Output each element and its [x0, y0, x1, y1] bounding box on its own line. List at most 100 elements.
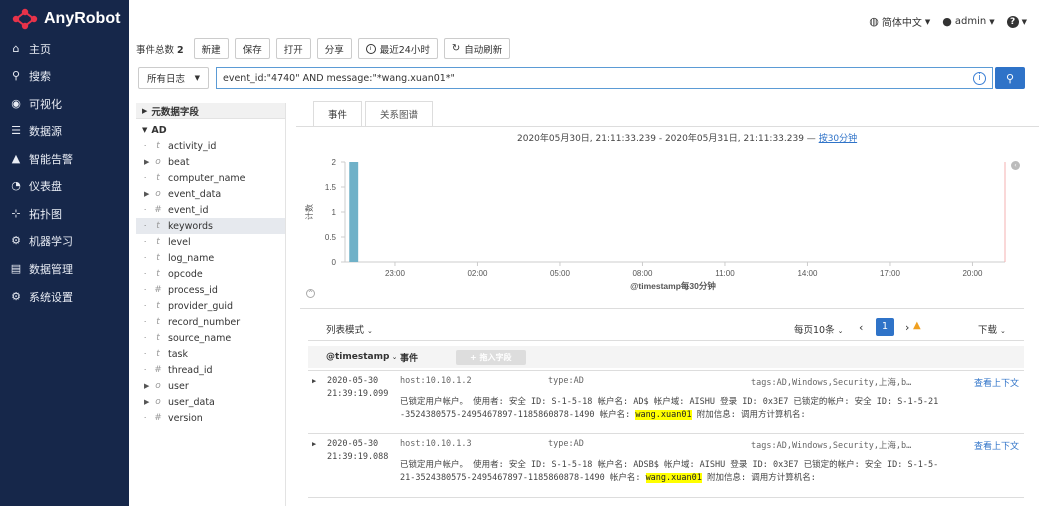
caret-down-icon: ▼ [924, 17, 931, 26]
field-item-event_id[interactable]: · # event_id [136, 202, 285, 218]
nav-item-search[interactable]: ⚲ 搜索 [10, 68, 51, 84]
user-menu[interactable]: ● admin ▼ [942, 15, 994, 28]
event-tags: tags:AD,Windows,Security,上海,b… [751, 378, 912, 388]
page-current[interactable]: 1 [876, 318, 894, 336]
event-type: type:AD [548, 439, 584, 449]
histogram-chart: 0 0.5 1 1.5 2 23:00 02:00 05:00 08:00 11:00 14:00 1… [304, 158, 1006, 291]
field-name: source_name [168, 332, 232, 344]
download-menu[interactable]: 下载 ⌄ [978, 322, 1006, 336]
logo[interactable]: AnyRobot [12, 8, 120, 30]
group-header[interactable]: ▼ AD [136, 122, 285, 138]
new-button[interactable]: 新建 [193, 38, 229, 59]
field-item-keywords[interactable]: · t keywords [136, 218, 285, 234]
nav-label: 数据管理 [29, 263, 73, 276]
field-item-computer_name[interactable]: · t computer_name [136, 170, 285, 186]
nav-item-eye[interactable]: ◉ 可视化 [10, 96, 62, 112]
field-item-thread_id[interactable]: · # thread_id [136, 362, 285, 378]
field-item-level[interactable]: · t level [136, 234, 285, 250]
chevron-down-icon: ▼ [142, 126, 148, 134]
tab-events[interactable]: 事件 [313, 101, 363, 127]
list-divider [308, 340, 1024, 341]
time-range-text: 2020年05月30日, 21:11:33.239 - 2020年05月31日,… [517, 134, 858, 144]
data-manage-icon: ▤ [10, 262, 22, 275]
home-icon: ⌂ [12, 42, 20, 55]
event-row[interactable]: ▶ 2020-05-30 21:39:19.088 host:10.10.1.3 typ… [308, 439, 1024, 491]
search-input[interactable]: event_id:"4740" AND message:"*wang.xuan0… [216, 67, 993, 89]
event-tags: tags:AD,Windows,Security,上海,b… [751, 441, 912, 451]
event-host: host:10.10.1.2 [400, 376, 472, 386]
share-button[interactable]: 分享 [316, 38, 352, 59]
nav-item-database[interactable]: ☰ 数据源 [10, 123, 62, 139]
nav-item-topology[interactable]: ⊹ 拓扑图 [10, 206, 62, 222]
prev-page-icon[interactable]: ‹ [859, 321, 863, 334]
topbar-right: ◍ 简体中文 ▼ ● admin ▼ ? ▼ [869, 14, 1027, 29]
field-item-provider_guid[interactable]: · t provider_guid [136, 298, 285, 314]
field-item-event_data[interactable]: ▶ o event_data [136, 186, 285, 202]
sort-icon: ⌄ [389, 353, 398, 361]
topology-icon: ⊹ [11, 207, 21, 220]
next-page-icon[interactable]: › [905, 321, 909, 334]
field-item-opcode[interactable]: · t opcode [136, 266, 285, 282]
timerange-button[interactable]: ı 最近24小时 [357, 38, 438, 59]
caret-down-icon: ▼ [194, 74, 200, 82]
field-name: user_data [168, 396, 215, 408]
log-select[interactable]: 所有日志 ▼ [138, 67, 209, 89]
section-divider [300, 308, 1024, 309]
dot-icon: · [144, 350, 147, 358]
autorefresh-button[interactable]: ↻ 自动刷新 [443, 38, 511, 59]
events-table-header: @timestamp ⌄ 事件 + 拖入字段 [308, 346, 1024, 368]
search-icon: ⚲ [11, 69, 21, 82]
tab-relation-graph[interactable]: 关系图谱 [365, 101, 434, 127]
open-button[interactable]: 打开 [275, 38, 311, 59]
field-item-source_name[interactable]: · t source_name [136, 330, 285, 346]
field-name: process_id [168, 284, 218, 296]
nav-item-gears[interactable]: ⚙ 机器学习 [10, 233, 73, 249]
nav-item-warning[interactable]: ▲ 智能告警 [10, 151, 73, 167]
field-item-task[interactable]: · t task [136, 346, 285, 362]
field-item-activity_id[interactable]: · t activity_id [136, 138, 285, 154]
field-type: t [156, 301, 160, 311]
chevron-right-icon: ▶ [144, 398, 150, 406]
histogram-bar [349, 162, 359, 262]
col-timestamp[interactable]: @timestamp ⌄ [326, 352, 400, 362]
field-name: activity_id [168, 140, 217, 152]
interval-link[interactable]: 按30分钟 [819, 134, 857, 144]
chevron-right-icon: ▶ [142, 106, 148, 115]
info-icon[interactable]: i [973, 72, 986, 85]
nav-item-settings[interactable]: ⚙ 系统设置 [10, 289, 73, 305]
field-item-record_number[interactable]: · t record_number [136, 314, 285, 330]
list-mode-select[interactable]: 列表模式 ⌄ [326, 322, 373, 336]
search-button[interactable]: ⚲ [995, 67, 1025, 89]
x-tick-label: 20:00 [962, 269, 983, 278]
expand-row-icon[interactable]: ▶ [312, 440, 316, 448]
field-item-process_id[interactable]: · # process_id [136, 282, 285, 298]
field-item-version[interactable]: · # version [136, 410, 285, 426]
meta-fields-header[interactable]: ▶ 元数据字段 [136, 103, 285, 119]
expand-row-icon[interactable]: ▶ [312, 377, 316, 385]
chevron-right-icon: ▶ [144, 190, 150, 198]
help-menu[interactable]: ? ▼ [1006, 15, 1027, 28]
add-field-dropzone[interactable]: + 拖入字段 [456, 349, 526, 365]
field-item-log_name[interactable]: · t log_name [136, 250, 285, 266]
per-page-select[interactable]: 每页10条 ⌄ [794, 322, 844, 336]
legend-toggle-icon[interactable]: ‹ [1011, 161, 1020, 170]
x-tick-label: 23:00 [385, 269, 406, 278]
event-row[interactable]: ▶ 2020-05-30 21:39:19.099 host:10.10.1.2 typ… [308, 376, 1024, 428]
save-button[interactable]: 保存 [234, 38, 270, 59]
field-item-user[interactable]: ▶ o user [136, 378, 285, 394]
y-tick-label: 1 [332, 208, 337, 217]
field-item-beat[interactable]: ▶ o beat [136, 154, 285, 170]
field-item-user_data[interactable]: ▶ o user_data [136, 394, 285, 410]
nav-item-home[interactable]: ⌂ 主页 [10, 41, 52, 57]
nav-item-dashboard[interactable]: ◔ 仪表盘 [10, 178, 62, 194]
field-type: t [156, 317, 160, 327]
view-context-link[interactable]: 查看上下文 [974, 439, 1019, 452]
field-name: task [168, 348, 188, 360]
nav-item-data-manage[interactable]: ▤ 数据管理 [10, 261, 73, 277]
chevron-down-icon: ⌄ [367, 327, 373, 335]
language-menu[interactable]: ◍ 简体中文 ▼ [869, 14, 930, 29]
view-context-link[interactable]: 查看上下文 [974, 376, 1019, 389]
chevron-down-icon: ⌄ [1000, 327, 1006, 335]
eye-icon: ◉ [11, 97, 21, 110]
collapse-chart-icon[interactable]: ^ [306, 289, 315, 298]
